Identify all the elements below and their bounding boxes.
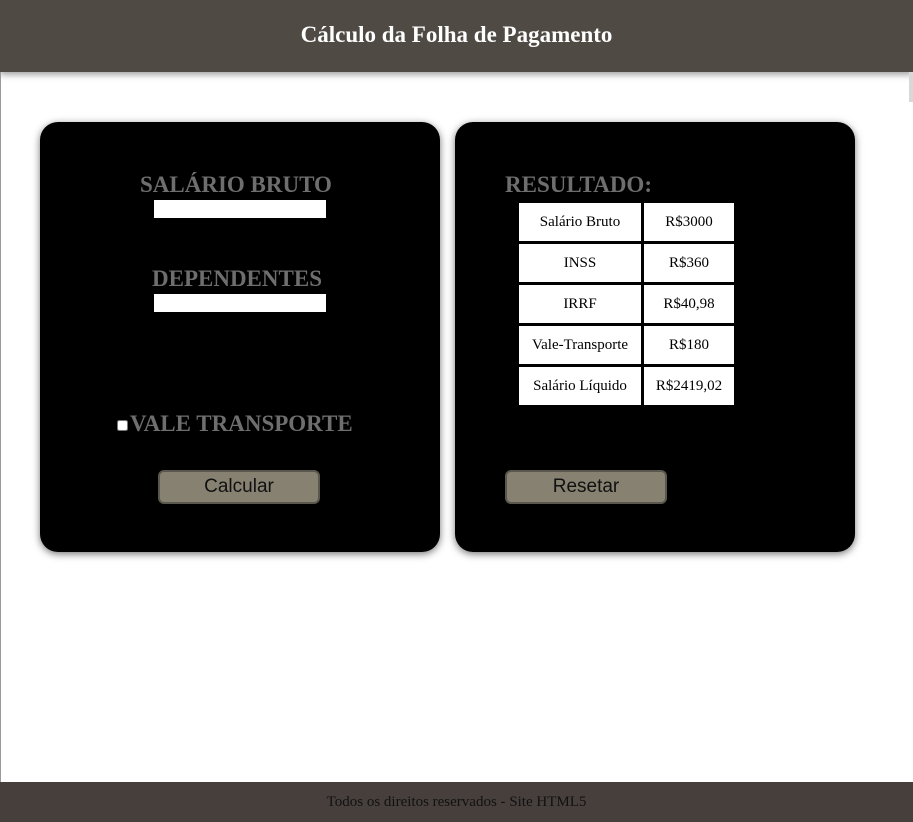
page-footer: Todos os direitos reservados - Site HTML… [0,782,913,822]
reset-button[interactable]: Resetar [505,470,667,504]
frame-edge [0,72,1,782]
row-label: IRRF [519,285,641,323]
row-value: R$360 [644,244,734,282]
table-row: INSS R$360 [519,244,734,282]
dependents-input[interactable] [154,294,326,312]
salary-label: SALÁRIO BRUTO [140,172,332,197]
footer-text: Todos os direitos reservados - Site HTML… [326,793,587,810]
window-edge [909,72,913,102]
salary-input[interactable] [154,200,326,218]
transport-label: VALE TRANSPORTE [130,411,353,436]
calculate-button[interactable]: Calcular [158,470,320,504]
result-title: RESULTADO: [505,172,652,197]
table-row: Salário Bruto R$3000 [519,203,734,241]
table-row: Salário Líquido R$2419,02 [519,367,734,405]
row-value: R$3000 [644,203,734,241]
row-value: R$2419,02 [644,367,734,405]
row-label: Salário Líquido [519,367,641,405]
row-value: R$40,98 [644,285,734,323]
row-label: Salário Bruto [519,203,641,241]
page-header: Cálculo da Folha de Pagamento [0,0,913,72]
page-title: Cálculo da Folha de Pagamento [300,22,613,47]
result-table: Salário Bruto R$3000 INSS R$360 IRRF R$4… [516,200,737,408]
dependents-label: DEPENDENTES [152,266,322,291]
input-panel: SALÁRIO BRUTO DEPENDENTES VALE TRANSPORT… [40,122,440,552]
row-label: INSS [519,244,641,282]
row-label: Vale-Transporte [519,326,641,364]
row-value: R$180 [644,326,734,364]
table-row: Vale-Transporte R$180 [519,326,734,364]
transport-checkbox[interactable] [117,420,128,431]
result-panel: RESULTADO: Salário Bruto R$3000 INSS R$3… [455,122,855,552]
table-row: IRRF R$40,98 [519,285,734,323]
